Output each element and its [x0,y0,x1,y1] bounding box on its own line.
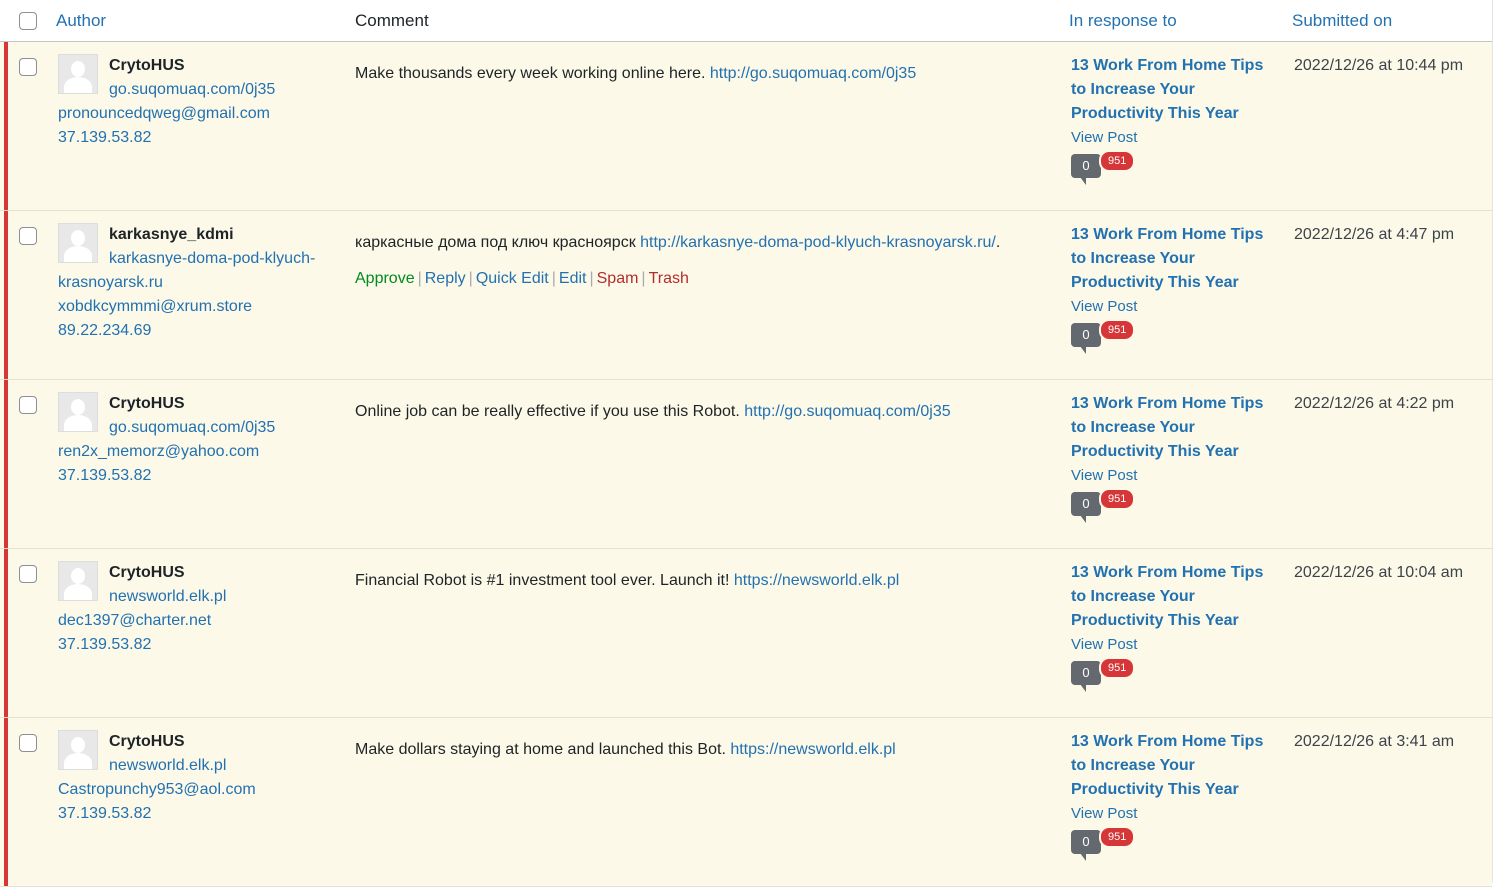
submitted-date: 2022/12/26 at 4:47 pm [1294,223,1454,247]
author-ip-link[interactable]: 37.139.53.82 [58,802,151,826]
approved-comments-count[interactable]: 0 [1071,661,1101,685]
select-all-checkbox[interactable] [19,12,37,30]
comment-row: CrytoHUS newsworld.elk.pl dec1397@charte… [0,549,1492,718]
approved-comments-count[interactable]: 0 [1071,492,1101,516]
author-name: CrytoHUS [109,54,185,78]
post-title-link[interactable]: 13 Work From Home Tips to Increase Your … [1071,392,1276,464]
post-title-link[interactable]: 13 Work From Home Tips to Increase Your … [1071,730,1276,802]
pending-comments-badge[interactable]: 951 [1099,150,1135,172]
approve-action[interactable]: Approve [355,270,415,287]
table-header: Author Comment In response to Submitted … [0,0,1492,42]
comment-row: CrytoHUS go.suqomuaq.com/0j35 pronounced… [0,42,1492,211]
view-post-link[interactable]: View Post [1071,635,1137,655]
comment-link[interactable]: https://newsworld.elk.pl [734,572,899,589]
view-post-link[interactable]: View Post [1071,466,1137,486]
view-post-link[interactable]: View Post [1071,128,1137,148]
row-checkbox[interactable] [19,565,37,583]
author-url-link[interactable]: newsworld.elk.pl [58,585,338,609]
author-ip-link[interactable]: 37.139.53.82 [58,126,151,150]
submitted-on-column-sort[interactable]: Submitted on [1292,10,1392,32]
author-ip-link[interactable]: 37.139.53.82 [58,633,151,657]
author-url-link[interactable]: karkasnye-doma-pod-klyuch-krasnoyarsk.ru [58,247,338,295]
author-url-link[interactable]: go.suqomuaq.com/0j35 [58,416,338,440]
trash-action[interactable]: Trash [649,270,689,287]
author-name: karkasnye_kdmi [109,223,234,247]
pending-comments-badge[interactable]: 951 [1099,826,1135,848]
comments-table: Author Comment In response to Submitted … [0,0,1493,883]
comment-text: Online job can be really effective if yo… [355,401,951,423]
comment-row: CrytoHUS newsworld.elk.pl Castropunchy95… [0,718,1492,887]
comment-link[interactable]: http://go.suqomuaq.com/0j35 [744,403,950,420]
post-title-link[interactable]: 13 Work From Home Tips to Increase Your … [1071,54,1276,126]
author-ip-link[interactable]: 89.22.234.69 [58,319,151,343]
row-checkbox[interactable] [19,396,37,414]
comment-text: Financial Robot is #1 investment tool ev… [355,570,899,592]
author-email-link[interactable]: Castropunchy953@aol.com [58,778,256,802]
pending-comments-badge[interactable]: 951 [1099,319,1135,341]
row-checkbox[interactable] [19,58,37,76]
comment-link[interactable]: http://karkasnye-doma-pod-klyuch-krasnoy… [640,234,996,251]
author-email-link[interactable]: xobdkcymmmi@xrum.store [58,295,252,319]
author-url-link[interactable]: go.suqomuaq.com/0j35 [58,78,338,102]
edit-action[interactable]: Edit [559,270,587,287]
author-name: CrytoHUS [109,561,185,585]
comment-text: Make dollars staying at home and launche… [355,739,896,761]
post-title-link[interactable]: 13 Work From Home Tips to Increase Your … [1071,223,1276,295]
view-post-link[interactable]: View Post [1071,804,1137,824]
submitted-date: 2022/12/26 at 10:04 am [1294,561,1463,585]
author-url-link[interactable]: newsworld.elk.pl [58,754,338,778]
spam-action[interactable]: Spam [597,270,639,287]
in-response-to-column-sort[interactable]: In response to [1069,10,1177,32]
comment-column-header: Comment [355,10,429,32]
author-name: CrytoHUS [109,392,185,416]
author-email-link[interactable]: dec1397@charter.net [58,609,211,633]
author-email-link[interactable]: ren2x_memorz@yahoo.com [58,440,259,464]
submitted-date: 2022/12/26 at 4:22 pm [1294,392,1454,416]
submitted-date: 2022/12/26 at 10:44 pm [1294,54,1463,78]
comment-text: каркасные дома под ключ красноярск http:… [355,232,1000,254]
author-name: CrytoHUS [109,730,185,754]
quick-edit-action[interactable]: Quick Edit [476,270,549,287]
author-column-sort[interactable]: Author [56,10,106,32]
row-actions: Approve|Reply|Quick Edit|Edit|Spam|Trash [355,268,689,290]
approved-comments-count[interactable]: 0 [1071,154,1101,178]
row-checkbox[interactable] [19,227,37,245]
row-checkbox[interactable] [19,734,37,752]
approved-comments-count[interactable]: 0 [1071,830,1101,854]
author-ip-link[interactable]: 37.139.53.82 [58,464,151,488]
author-email-link[interactable]: pronouncedqweg@gmail.com [58,102,270,126]
submitted-date: 2022/12/26 at 3:41 am [1294,730,1454,754]
view-post-link[interactable]: View Post [1071,297,1137,317]
comment-text: Make thousands every week working online… [355,63,916,85]
pending-comments-badge[interactable]: 951 [1099,488,1135,510]
pending-comments-badge[interactable]: 951 [1099,657,1135,679]
comment-row: karkasnye_kdmi karkasnye-doma-pod-klyuch… [0,211,1492,380]
approved-comments-count[interactable]: 0 [1071,323,1101,347]
comment-link[interactable]: http://go.suqomuaq.com/0j35 [710,65,916,82]
reply-action[interactable]: Reply [425,270,466,287]
comment-link[interactable]: https://newsworld.elk.pl [730,741,895,758]
comment-row: CrytoHUS go.suqomuaq.com/0j35 ren2x_memo… [0,380,1492,549]
post-title-link[interactable]: 13 Work From Home Tips to Increase Your … [1071,561,1276,633]
